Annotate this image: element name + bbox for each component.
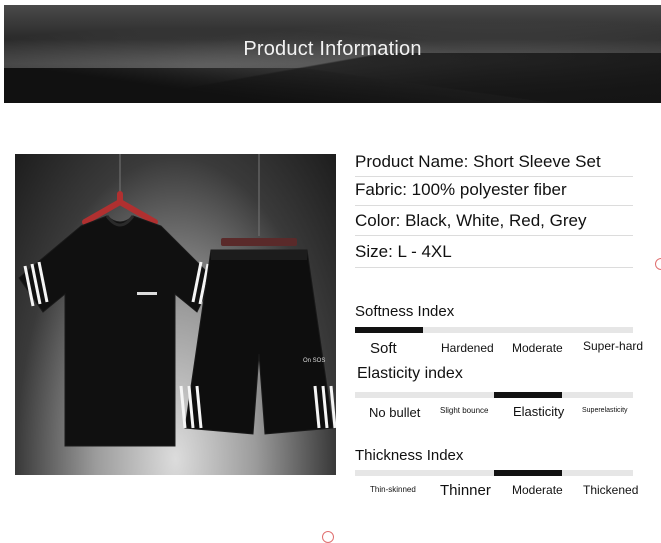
- edge-circle-decoration: [655, 258, 661, 270]
- elasticity-index-title: Elasticity index: [357, 365, 463, 382]
- elasticity-label: Elasticity: [513, 404, 565, 419]
- product-color: Color: Black, White, Red, Grey: [355, 211, 587, 230]
- elasticity-track: [355, 392, 633, 398]
- softness-label: Moderate: [512, 341, 563, 355]
- tshirt-shorts-icon: [18, 154, 336, 447]
- thickness-label: Thinner: [440, 482, 491, 499]
- banner-ground-shade: [4, 68, 661, 103]
- thickness-label: Moderate: [512, 483, 563, 497]
- edge-circle-decoration: [322, 531, 334, 543]
- info-divider: [355, 235, 633, 236]
- elasticity-label: Slight bounce: [440, 406, 489, 415]
- softness-label: Super-hard: [583, 339, 644, 353]
- thickness-track: [355, 470, 633, 476]
- product-fabric: Fabric: 100% polyester fiber: [355, 180, 567, 199]
- thickness-label: Thin-skinned: [370, 485, 416, 494]
- info-divider: [355, 205, 633, 206]
- product-name: Product Name: Short Sleeve Set: [355, 152, 601, 171]
- info-divider: [355, 176, 633, 177]
- elasticity-label: Superelasticity: [582, 407, 628, 414]
- softness-level-bar: [355, 327, 423, 333]
- product-size: Size: L - 4XL: [355, 242, 452, 261]
- info-divider: [355, 267, 633, 268]
- elasticity-level-bar: [494, 392, 562, 398]
- elasticity-label: No bullet: [369, 405, 421, 420]
- header-banner: Product Information: [4, 5, 661, 103]
- softness-index-title: Softness Index: [355, 303, 455, 320]
- product-photo: On SOS: [15, 154, 336, 475]
- shorts-tag-text: On SOS: [303, 358, 326, 364]
- softness-label: Soft: [370, 340, 397, 357]
- banner-title: Product Information: [243, 38, 422, 60]
- softness-track: [355, 327, 633, 333]
- softness-label: Hardened: [441, 341, 494, 355]
- thickness-index-title: Thickness Index: [355, 447, 464, 464]
- thickness-level-bar: [494, 470, 562, 476]
- thickness-label: Thickened: [583, 483, 639, 497]
